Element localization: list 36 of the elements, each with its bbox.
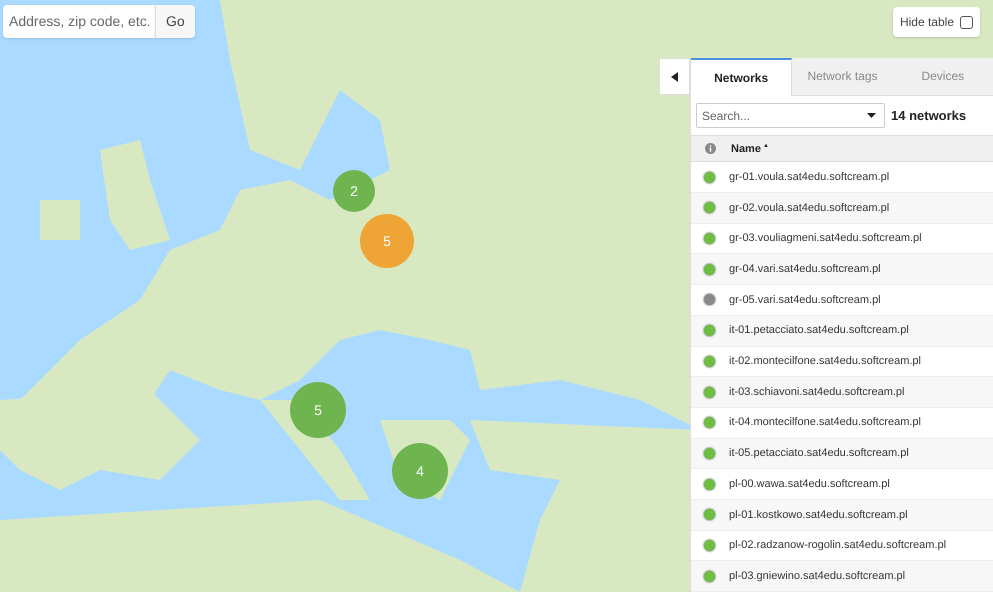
network-row[interactable]: gr-02.voula.sat4edu.softcream.pl [691, 193, 993, 224]
network-name: it-01.petacciato.sat4edu.softcream.pl [729, 323, 909, 338]
network-row[interactable]: it-03.schiavoni.sat4edu.softcream.pl [691, 377, 993, 408]
network-name: gr-04.vari.sat4edu.softcream.pl [729, 262, 881, 278]
network-name: gr-05.vari.sat4edu.softcream.pl [729, 292, 881, 308]
network-row[interactable]: pl-01.kostkowo.sat4edu.softcream.pl [691, 500, 993, 531]
network-row[interactable]: pl-03.gniewino.sat4edu.softcream.pl [691, 561, 993, 592]
network-name: gr-02.voula.sat4edu.softcream.pl [729, 200, 890, 216]
info-icon [705, 143, 716, 154]
address-input[interactable]: Address, zip code, etc. [3, 5, 155, 38]
network-name: it-05.petacciato.sat4edu.softcream.pl [729, 446, 909, 462]
collapse-panel-button[interactable] [659, 58, 690, 95]
network-name: pl-01.kostkowo.sat4edu.softcream.pl [729, 508, 908, 523]
network-row[interactable]: gr-04.vari.sat4edu.softcream.pl [691, 254, 993, 286]
network-name: pl-00.wawa.sat4edu.softcream.pl [729, 476, 890, 492]
hide-table-checkbox[interactable] [960, 16, 973, 28]
network-row[interactable]: it-02.montecilfone.sat4edu.softcream.pl [691, 346, 993, 378]
triangle-left-icon [671, 72, 678, 82]
network-count: 14 networks [891, 106, 966, 125]
go-button[interactable]: Go [155, 5, 195, 38]
network-row[interactable]: it-01.petacciato.sat4edu.softcream.pl [691, 316, 993, 346]
network-row[interactable]: pl-02.radzanow-rogolin.sat4edu.softcream.pl [691, 530, 993, 562]
panel-tab[interactable]: Networks [691, 58, 792, 96]
network-name: it-04.montecilfone.sat4edu.softcream.pl [729, 415, 921, 430]
network-name: it-02.montecilfone.sat4edu.softcream.pl [729, 354, 921, 370]
name-column-header[interactable]: Name [731, 140, 761, 158]
network-name: gr-01.voula.sat4edu.softcream.pl [729, 170, 890, 185]
caret-down-icon [867, 113, 876, 118]
network-name: pl-03.gniewino.sat4edu.softcream.pl [729, 568, 906, 584]
network-search-field[interactable]: Search... [696, 103, 885, 128]
hide-table-label: Hide table [900, 14, 954, 31]
network-name: pl-02.radzanow-rogolin.sat4edu.softcream.pl [729, 538, 946, 554]
network-name: gr-03.vouliagmeni.sat4edu.softcream.pl [729, 231, 922, 246]
hide-table-control[interactable]: Hide table [892, 7, 980, 37]
network-name: it-03.schiavoni.sat4edu.softcream.pl [729, 384, 904, 400]
network-row[interactable]: it-05.petacciato.sat4edu.softcream.pl [691, 438, 993, 470]
